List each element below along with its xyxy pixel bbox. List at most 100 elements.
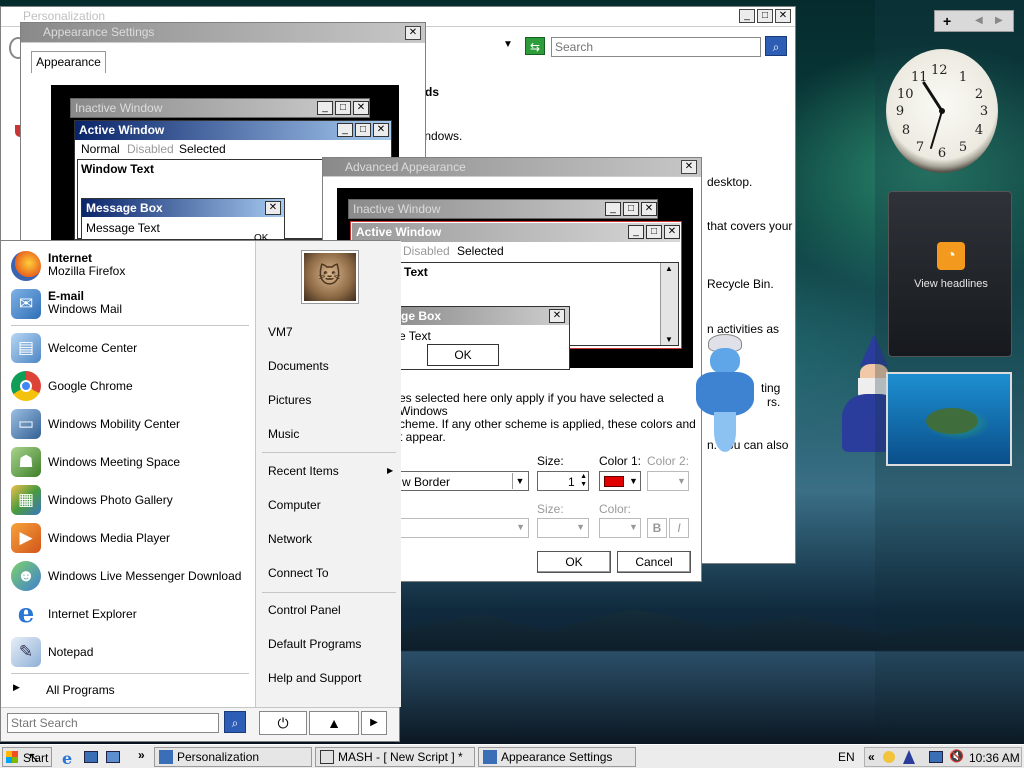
places-computer[interactable]: Computer: [268, 498, 394, 512]
adv-active-max: □: [646, 225, 662, 239]
start-item-email[interactable]: ✉ E-mail Windows Mail: [9, 287, 249, 323]
ok-button[interactable]: OK: [537, 551, 611, 573]
places-help-support[interactable]: Help and Support: [268, 671, 394, 685]
genie-character[interactable]: [690, 334, 760, 454]
all-programs-button[interactable]: ▶ All Programs: [9, 679, 249, 701]
font-color-dropdown-icon[interactable]: ▼: [629, 522, 638, 532]
welcome-center-icon: ▤: [11, 333, 41, 363]
advanced-appearance-title: Advanced Appearance: [345, 160, 466, 174]
task-mash-script[interactable]: MASH - [ New Script ] *: [315, 747, 475, 767]
lock-button[interactable]: ▲: [309, 711, 359, 735]
font-size-select[interactable]: ▼: [537, 518, 589, 538]
preview-inactive-window: Inactive Window _ □ ✕: [70, 98, 370, 118]
quicklaunch-more-icon[interactable]: »: [138, 748, 145, 762]
bold-button[interactable]: B: [647, 518, 667, 538]
sidebar-controls: + ◀ ▶: [934, 10, 1014, 32]
preview-active-titlebar: Active Window _ □ ✕: [75, 121, 391, 140]
places-user[interactable]: VM7: [268, 325, 394, 339]
quicklaunch-ie-icon[interactable]: e: [62, 749, 72, 768]
places-network[interactable]: Network: [268, 532, 394, 546]
sidebar-next-icon[interactable]: ▶: [995, 15, 1003, 26]
view-headlines-label[interactable]: View headlines: [889, 278, 1013, 290]
quicklaunch-switch-icon[interactable]: [106, 751, 120, 763]
advanced-appearance-titlebar[interactable]: Advanced Appearance: [323, 158, 701, 177]
shutdown-options-button[interactable]: ▶: [361, 711, 387, 735]
start-item-messenger[interactable]: ☻ Windows Live Messenger Download: [9, 559, 249, 595]
color2-dropdown-icon[interactable]: ▼: [677, 476, 686, 486]
notepad-icon: ✎: [11, 637, 41, 667]
quicklaunch-desktop-icon[interactable]: [84, 751, 98, 763]
start-search-input[interactable]: [7, 713, 219, 733]
places-connect-to[interactable]: Connect To: [268, 566, 394, 580]
spinner-up-icon[interactable]: ▲: [580, 473, 587, 481]
appearance-close-button[interactable]: ✕: [405, 26, 421, 40]
rss-feed-icon: ◔: [937, 242, 965, 270]
font-dropdown-icon[interactable]: ▼: [516, 522, 525, 532]
places-pictures[interactable]: Pictures: [268, 393, 394, 407]
refresh-icon[interactable]: ⇆: [525, 37, 545, 55]
places-documents[interactable]: Documents: [268, 359, 394, 373]
font-select[interactable]: ▼: [399, 518, 529, 538]
clock-center: [939, 108, 945, 114]
places-default-programs[interactable]: Default Programs: [268, 637, 394, 651]
start-search-icon[interactable]: ⌕: [224, 711, 246, 733]
body-line: ds: [425, 85, 440, 99]
start-menu-places: 🐱 VM7 Documents Pictures Music Recent It…: [255, 241, 401, 707]
start-item-google-chrome[interactable]: Google Chrome: [9, 369, 249, 405]
cancel-button[interactable]: Cancel: [617, 551, 691, 573]
search-icon[interactable]: ⌕: [765, 36, 787, 56]
body-line: Recycle Bin.: [707, 277, 774, 291]
genie-tray-icon[interactable]: [883, 751, 895, 763]
clock-time[interactable]: 10:36 AM: [969, 751, 1020, 765]
dropdown-arrow-icon[interactable]: ▼: [503, 39, 513, 50]
start-menu[interactable]: Internet Mozilla Firefox ✉ E-mail Window…: [0, 240, 401, 742]
slideshow-gadget[interactable]: [886, 372, 1012, 466]
adv-msgbox-text: e Text: [399, 329, 431, 343]
language-indicator[interactable]: EN: [838, 750, 855, 764]
places-music[interactable]: Music: [268, 427, 394, 441]
size-spinner[interactable]: 1 ▲ ▼: [537, 471, 589, 491]
start-item-photo-gallery[interactable]: ▦ Windows Photo Gallery: [9, 483, 249, 519]
item-dropdown-icon[interactable]: ▼: [512, 473, 527, 489]
start-item-meeting-space[interactable]: ☗ Windows Meeting Space: [9, 445, 249, 481]
italic-button[interactable]: I: [669, 518, 689, 538]
maximize-button[interactable]: □: [757, 9, 773, 23]
preview-menu-selected: Selected: [179, 142, 226, 156]
color1-picker[interactable]: ▼: [599, 471, 641, 491]
volume-tray-icon[interactable]: 🔇: [949, 749, 964, 763]
tray-expand-icon[interactable]: «: [868, 750, 875, 764]
font-size-dropdown-icon[interactable]: ▼: [576, 522, 585, 532]
start-button[interactable]: Start: [2, 747, 52, 767]
start-item-internet[interactable]: Internet Mozilla Firefox: [9, 249, 249, 285]
advanced-close-button[interactable]: ✕: [681, 160, 697, 174]
preview-inactive-close: ✕: [353, 101, 369, 115]
start-item-welcome-center[interactable]: ▤ Welcome Center: [9, 331, 249, 367]
task-personalization[interactable]: Personalization: [154, 747, 312, 767]
add-gadget-button[interactable]: +: [943, 13, 951, 29]
start-item-mobility-center[interactable]: ▭ Windows Mobility Center: [9, 407, 249, 443]
start-item-media-player[interactable]: ▶ Windows Media Player: [9, 521, 249, 557]
font-color-picker[interactable]: ▼: [599, 518, 641, 538]
start-item-notepad[interactable]: ✎ Notepad: [9, 635, 249, 671]
wizard-tray-icon[interactable]: [903, 750, 915, 764]
preview-message-box: Message Box ✕ Message Text OK: [81, 198, 285, 244]
search-input[interactable]: [551, 37, 761, 57]
spinner-down-icon[interactable]: ▼: [580, 481, 587, 489]
minimize-button[interactable]: _: [739, 9, 755, 23]
feed-headlines-gadget[interactable]: ◔ View headlines: [888, 191, 1012, 357]
tab-appearance[interactable]: Appearance: [31, 51, 106, 73]
task-appearance-settings[interactable]: Appearance Settings: [478, 747, 636, 767]
power-button[interactable]: ⏻: [259, 711, 307, 735]
network-tray-icon[interactable]: [929, 751, 943, 763]
close-button[interactable]: ✕: [775, 9, 791, 23]
places-recent-items[interactable]: Recent Items: [268, 464, 394, 478]
appearance-settings-titlebar[interactable]: Appearance Settings: [21, 23, 425, 43]
color1-dropdown-icon[interactable]: ▼: [629, 476, 638, 486]
sidebar-prev-icon[interactable]: ◀: [975, 15, 983, 26]
color2-picker[interactable]: ▼: [647, 471, 689, 491]
start-item-internet-explorer[interactable]: e Internet Explorer: [9, 597, 249, 633]
user-avatar[interactable]: 🐱: [302, 251, 358, 303]
item-select[interactable]: w Border ▼: [399, 471, 529, 491]
places-control-panel[interactable]: Control Panel: [268, 603, 394, 617]
adv-preview-inactive-title: Inactive Window: [353, 202, 441, 216]
